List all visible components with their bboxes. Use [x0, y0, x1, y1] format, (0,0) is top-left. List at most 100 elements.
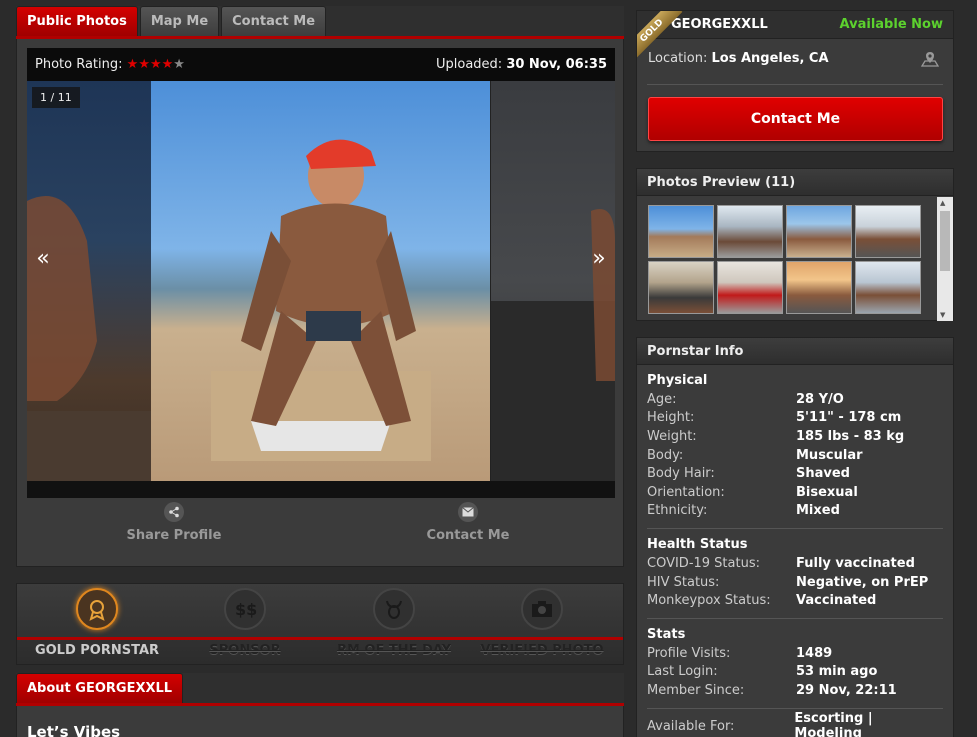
location-label: Location: [648, 51, 708, 66]
thumbnail[interactable] [786, 205, 852, 258]
scrollbar-thumb[interactable] [940, 211, 950, 271]
thumbnail[interactable] [855, 205, 921, 258]
camera-icon [521, 588, 563, 630]
info-value: Shaved [796, 466, 850, 482]
prev-arrow-icon[interactable]: « [33, 246, 53, 271]
scroll-down-icon[interactable]: ▼ [940, 311, 945, 319]
thumbnail[interactable] [717, 261, 783, 314]
info-row: Profile Visits: 1489 [647, 644, 943, 663]
contact-me-action[interactable]: Contact Me [321, 502, 615, 543]
info-key: Age: [647, 391, 677, 407]
next-photo-preview[interactable] [491, 81, 615, 481]
share-profile-label: Share Profile [126, 528, 222, 543]
info-key: Orientation: [647, 484, 725, 500]
photo-thumbnails [648, 205, 928, 314]
physical-title: Physical [647, 373, 708, 388]
badge-label: VERIFIED PHOTO [480, 643, 604, 658]
badge-label: RM OF THE DAY [336, 643, 452, 658]
photo-counter: 1 / 11 [32, 87, 80, 108]
pornstar-info-card: Pornstar Info Physical Age: 28 Y/O Height:… [636, 337, 954, 737]
thumbnail[interactable] [786, 261, 852, 314]
badge-label: GOLD PORNSTAR [34, 643, 160, 658]
info-key: HIV Status: [647, 574, 720, 590]
info-key: Body Hair: [647, 466, 715, 482]
info-value: 53 min ago [796, 664, 878, 680]
person-figure-icon [211, 139, 431, 461]
photo-rating: Photo Rating: ★★★★★ [35, 57, 185, 72]
about-panel: Let’s Vibes [16, 706, 624, 737]
rating-stars[interactable]: ★★★★★ [127, 57, 185, 72]
contact-me-button[interactable]: Contact Me [648, 97, 943, 141]
badge-verified-photo[interactable]: VERIFIED PHOTO [467, 588, 617, 658]
info-key: Weight: [647, 428, 697, 444]
info-key: Ethnicity: [647, 503, 708, 519]
info-row: Ethnicity: Mixed [647, 502, 943, 521]
upload-info: Uploaded: 30 Nov, 06:35 [436, 57, 607, 72]
uploaded-label: Uploaded: [435, 57, 503, 72]
info-value: 29 Nov, 22:11 [796, 682, 897, 698]
info-row: Body: Muscular [647, 446, 943, 465]
info-key: COVID-19 Status: [647, 555, 760, 571]
preview-scrollbar[interactable]: ▲ ▼ [937, 197, 953, 321]
available-for-row: Available For: Escorting | Modeling [647, 711, 943, 737]
star-icon[interactable]: ★ [150, 57, 162, 72]
envelope-icon [458, 502, 478, 522]
tab-public-photos[interactable]: Public Photos [16, 6, 138, 36]
badges-bar: GOLD PORNSTAR $$ SPONSOR RM OF THE DAY V… [16, 583, 624, 665]
info-value: Negative, on PrEP [796, 574, 929, 590]
info-row: Age: 28 Y/O [647, 390, 943, 409]
star-icon[interactable]: ★ [173, 57, 185, 72]
about-tabs: About GEORGEXXLL [16, 673, 624, 706]
username: GEORGEXXLL [671, 17, 768, 32]
health-list: COVID-19 Status: Fully vaccinated HIV Stat… [647, 554, 943, 610]
star-icon[interactable]: ★ [127, 57, 139, 72]
available-for-value: Escorting | Modeling [794, 711, 873, 737]
dollar-icon: $$ [224, 588, 266, 630]
info-key: Body: [647, 447, 684, 463]
photo-tabs: Public Photos Map Me Contact Me [16, 6, 624, 39]
thumbnail[interactable] [855, 261, 921, 314]
thumbnail[interactable] [648, 205, 714, 258]
section-divider [647, 707, 943, 709]
info-value: 5'11" - 178 cm [796, 410, 902, 426]
main-photo[interactable] [151, 81, 490, 481]
scroll-up-icon[interactable]: ▲ [940, 199, 945, 207]
contact-me-label: Contact Me [426, 528, 510, 543]
thumbnail[interactable] [648, 261, 714, 314]
tab-about[interactable]: About GEORGEXXLL [16, 673, 184, 703]
photo-stage[interactable]: 1 / 11 « » [27, 81, 615, 481]
info-value: Fully vaccinated [796, 555, 915, 571]
badge-rm-of-the-day[interactable]: RM OF THE DAY [319, 588, 469, 658]
photo-actions: Share Profile Contact Me [27, 502, 615, 543]
next-arrow-icon[interactable]: » [589, 246, 609, 271]
thumbnail[interactable] [717, 205, 783, 258]
star-icon[interactable]: ★ [138, 57, 150, 72]
info-key: Monkeypox Status: [647, 593, 771, 609]
badge-gold-pornstar[interactable]: GOLD PORNSTAR [22, 588, 172, 658]
share-profile-button[interactable]: Share Profile [27, 502, 321, 543]
info-row: Orientation: Bisexual [647, 483, 943, 502]
map-pin-icon[interactable] [920, 51, 940, 71]
info-key: Last Login: [647, 664, 718, 680]
info-row: Member Since: 29 Nov, 22:11 [647, 681, 943, 700]
info-value: 28 Y/O [796, 391, 844, 407]
pornstar-info-title: Pornstar Info [637, 338, 953, 365]
star-icon[interactable]: ★ [162, 57, 174, 72]
profile-divider [647, 84, 943, 85]
viewer-header: Photo Rating: ★★★★★ Uploaded: 30 Nov, 06… [27, 48, 615, 81]
info-value: 185 lbs - 83 kg [796, 428, 905, 444]
photo-viewer: Photo Rating: ★★★★★ Uploaded: 30 Nov, 06… [27, 48, 615, 498]
location-value: Los Angeles, CA [711, 51, 829, 66]
award-icon [76, 588, 118, 630]
tab-contact-me[interactable]: Contact Me [221, 6, 327, 36]
rating-label: Photo Rating: [35, 57, 123, 72]
badge-sponsor[interactable]: $$ SPONSOR [170, 588, 320, 658]
info-value: Muscular [796, 447, 863, 463]
prev-photo-preview[interactable] [27, 81, 151, 481]
photo-panel: Photo Rating: ★★★★★ Uploaded: 30 Nov, 06… [16, 39, 624, 567]
share-icon [164, 502, 184, 522]
uploaded-value: 30 Nov, 06:35 [506, 57, 607, 72]
info-row: Last Login: 53 min ago [647, 663, 943, 682]
health-title: Health Status [647, 537, 748, 553]
tab-map-me[interactable]: Map Me [139, 6, 220, 36]
